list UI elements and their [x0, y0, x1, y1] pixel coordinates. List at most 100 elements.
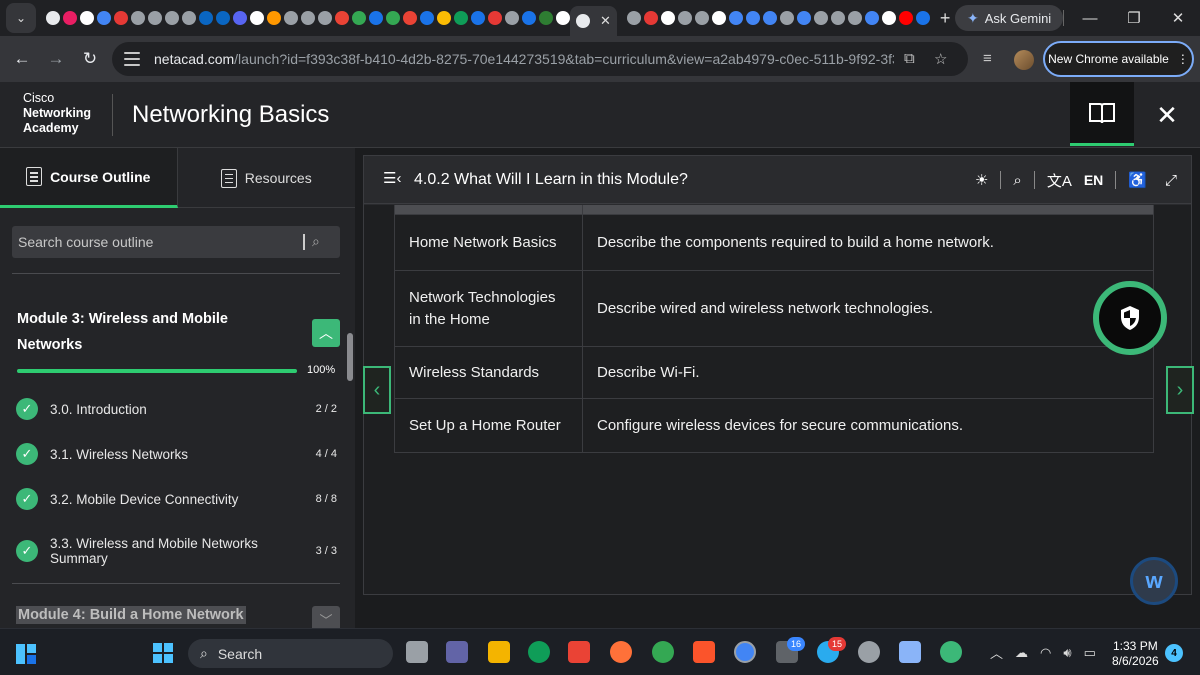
tab-favicon[interactable] — [881, 11, 896, 25]
back-arrow-icon[interactable]: ← — [6, 49, 38, 69]
language-translate-icon[interactable]: 文A — [1047, 170, 1072, 191]
chrome-active-icon[interactable] — [734, 641, 756, 663]
task-view-icon[interactable] — [406, 641, 428, 663]
profile-avatar[interactable] — [1014, 50, 1034, 70]
tab-favicon[interactable] — [352, 11, 366, 25]
tab-favicon[interactable] — [847, 11, 862, 25]
download-icon[interactable] — [660, 11, 675, 25]
install-app-icon[interactable]: ⧉ — [904, 50, 915, 67]
volume-icon[interactable]: 🔊︎ — [1063, 645, 1071, 661]
chevron-up-icon[interactable]: ︿ — [990, 643, 1003, 662]
google-icon[interactable] — [728, 11, 743, 25]
tab-favicon[interactable] — [63, 11, 77, 25]
forward-arrow-icon[interactable]: → — [40, 49, 72, 69]
tab-resources[interactable]: Resources — [178, 148, 356, 208]
course-outline-toggle-button[interactable] — [1070, 82, 1134, 146]
tab-favicon[interactable] — [626, 11, 641, 25]
tab-favicon[interactable] — [403, 11, 417, 25]
reload-icon[interactable]: ↻ — [74, 49, 106, 69]
lesson-item[interactable]: ✓ 3.3. Wireless and Mobile Networks Summ… — [16, 536, 341, 566]
tab-favicon[interactable] — [267, 11, 281, 25]
new-tab-plus-icon[interactable]: + — [940, 8, 951, 29]
tab-favicon[interactable] — [46, 11, 60, 25]
firefox-icon[interactable] — [610, 641, 632, 663]
taskbar-search[interactable]: ⌕ Search — [188, 639, 393, 668]
next-page-chevron-icon[interactable]: › — [1166, 366, 1194, 414]
accessibility-icon[interactable]: ♿ — [1128, 171, 1147, 189]
previous-page-chevron-icon[interactable]: ‹ — [363, 366, 391, 414]
sidebar-scrollbar[interactable] — [347, 333, 353, 381]
module-3-collapse-chevron-icon[interactable]: ︿ — [312, 319, 340, 347]
tab-favicon[interactable] — [915, 11, 930, 25]
minimize-icon[interactable]: — — [1068, 10, 1112, 27]
tab-favicon[interactable] — [779, 11, 794, 25]
close-course-icon[interactable]: ✕ — [1134, 82, 1200, 148]
tab-favicon[interactable] — [318, 11, 332, 25]
tab-favicon[interactable] — [711, 11, 726, 25]
language-code[interactable]: EN — [1084, 172, 1103, 188]
system-clock[interactable]: 1:33 PM 8/6/2026 — [1112, 639, 1159, 669]
fullscreen-expand-icon[interactable]: ⤢ — [1165, 172, 1177, 189]
tab-close-icon[interactable]: ✕ — [600, 13, 611, 29]
brave-browser-icon[interactable] — [693, 641, 715, 663]
tab-favicon[interactable] — [165, 11, 179, 25]
cloud-icon[interactable]: ☁ — [1015, 645, 1028, 661]
ask-gemini-button[interactable]: ✦ Ask Gemini — [955, 5, 1064, 31]
google-icon[interactable] — [762, 11, 777, 25]
tab-favicon[interactable] — [539, 11, 553, 25]
wifi-icon[interactable]: ◠ — [1040, 645, 1051, 661]
tab-favicon[interactable] — [471, 11, 485, 25]
tab-favicon[interactable] — [694, 11, 709, 25]
tab-favicon[interactable] — [369, 11, 383, 25]
url-text[interactable]: netacad.com/launch?id=f393c38f-b410-4d2b… — [154, 51, 894, 67]
tab-favicon[interactable] — [454, 11, 468, 25]
tab-course-outline[interactable]: Course Outline — [0, 148, 178, 208]
tab-search-chevron-icon[interactable]: ⌄ — [6, 3, 36, 33]
tab-favicon[interactable] — [522, 11, 536, 25]
reading-list-icon[interactable]: ≡ — [983, 50, 992, 67]
tab-favicon[interactable] — [488, 11, 502, 25]
widgets-icon[interactable] — [15, 643, 37, 665]
notification-count-badge[interactable]: 4 — [1165, 644, 1183, 662]
search-icon[interactable]: ⌕ — [1013, 172, 1021, 189]
module-4-expand-chevron-icon[interactable]: ﹀ — [312, 606, 340, 628]
teams-chat-icon[interactable] — [446, 641, 468, 663]
tab-favicon[interactable] — [813, 11, 828, 25]
module-3-title[interactable]: Module 3: Wireless and Mobile Networks — [17, 306, 287, 358]
battery-icon[interactable]: ▭ — [1084, 645, 1096, 661]
tab-favicon[interactable] — [643, 11, 658, 25]
tab-favicon[interactable] — [131, 11, 145, 25]
new-chrome-available-button[interactable]: New Chrome available ⋮ — [1043, 41, 1194, 77]
active-tab[interactable]: ✕ — [570, 6, 617, 36]
edge-browser-icon[interactable] — [528, 641, 550, 663]
theme-sun-icon[interactable]: ☀ — [975, 171, 988, 189]
chrome-icon[interactable] — [652, 641, 674, 663]
tab-favicon[interactable] — [233, 11, 247, 25]
webex-assistant-icon[interactable]: w — [1130, 557, 1178, 605]
tab-favicon[interactable] — [250, 11, 264, 25]
security-shield-button[interactable] — [1093, 281, 1167, 355]
collapse-menu-icon[interactable]: ☰‹ — [383, 169, 401, 187]
youtube-icon[interactable] — [898, 11, 913, 25]
tab-favicon[interactable] — [335, 11, 349, 25]
tab-favicon[interactable] — [148, 11, 162, 25]
tab-favicon[interactable] — [114, 11, 128, 25]
tab-favicon[interactable] — [420, 11, 434, 25]
window-close-icon[interactable]: ✕ — [1156, 9, 1200, 27]
tab-favicon[interactable] — [556, 11, 570, 25]
lesson-item[interactable]: ✓ 3.2. Mobile Device Connectivity 8 / 8 — [16, 488, 341, 510]
tab-favicon[interactable] — [677, 11, 692, 25]
module-4-title[interactable]: Module 4: Build a Home Network — [16, 606, 246, 624]
lesson-item[interactable]: ✓ 3.0. Introduction 2 / 2 — [16, 398, 341, 420]
settings-gear-icon[interactable] — [858, 641, 880, 663]
tab-favicon[interactable] — [216, 11, 230, 25]
tab-favicon[interactable] — [301, 11, 315, 25]
google-icon[interactable] — [864, 11, 879, 25]
tab-favicon[interactable] — [182, 11, 196, 25]
app-icon[interactable] — [940, 641, 962, 663]
search-input[interactable] — [18, 234, 298, 250]
windows-start-icon[interactable] — [153, 643, 173, 663]
bookmark-star-icon[interactable]: ☆ — [934, 50, 947, 68]
notepad-icon[interactable] — [899, 641, 921, 663]
course-outline-search[interactable]: ⌕ — [12, 226, 340, 258]
